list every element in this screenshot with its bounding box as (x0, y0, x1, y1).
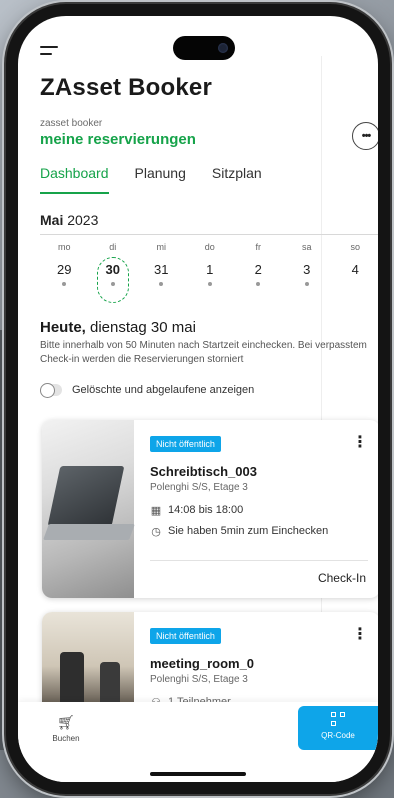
clock-icon: ◷ (151, 525, 161, 538)
day-number: 31 (154, 262, 169, 277)
tab-bar: Dashboard Planung Sitzplan (40, 159, 262, 194)
day-cell[interactable]: do 1 (186, 238, 235, 304)
today-date: dienstag 30 mai (85, 319, 196, 336)
reservation-dot (304, 282, 309, 286)
camera-icon (218, 43, 228, 53)
reservation-location: Polenghi S/S, Etage 3 (150, 674, 248, 685)
reservation-dot (256, 282, 261, 286)
more-icon[interactable]: ••• (352, 122, 378, 150)
day-cell[interactable]: so 4 (331, 238, 378, 304)
reservation-time-row: ▦ 14:08 bis 18:00 (150, 504, 244, 517)
tab-dashboard[interactable]: Dashboard (40, 159, 109, 194)
day-of-week: sa (301, 242, 312, 252)
checkin-hint: Sie haben 5min zum Einchecken (168, 525, 329, 537)
laptop-illustration (47, 466, 125, 526)
bottom-navigation: 🛒︎ Buchen QR-Code (18, 702, 378, 782)
today-ring (96, 257, 129, 303)
laptop-base-illustration (43, 524, 135, 540)
show-expired-toggle[interactable] (40, 383, 62, 398)
page-title: meine reservierungen (40, 131, 196, 148)
day-of-week: so (350, 242, 360, 252)
reservation-title: Schreibtisch_003 (150, 464, 257, 479)
day-of-week: mi (156, 242, 167, 252)
day-of-week: do (204, 242, 215, 252)
day-cell[interactable]: fr 2 (234, 238, 283, 304)
tab-sitzplan[interactable]: Sitzplan (212, 159, 262, 193)
day-cell-today[interactable]: di 30 (89, 238, 138, 304)
today-label: Heute, (40, 319, 86, 336)
phone-frame: ZAsset Booker zasset booker meine reserv… (6, 4, 390, 794)
hamburger-icon[interactable] (40, 44, 60, 60)
desk-photo (42, 420, 135, 598)
cart-icon: 🛒︎ (57, 714, 75, 730)
app-subtitle-small: zasset booker (40, 118, 103, 129)
card-menu-icon[interactable]: ⋮ (352, 432, 368, 452)
day-cell[interactable]: mi 31 (137, 238, 186, 304)
day-number: 2 (254, 262, 262, 277)
card-divider (150, 560, 368, 561)
day-cell[interactable]: sa 3 (283, 238, 332, 304)
reservation-title: meeting_room_0 (150, 656, 255, 671)
day-number: 4 (351, 262, 359, 277)
calendar-month-header[interactable]: Mai 2023 (40, 212, 378, 228)
day-of-week: fr (255, 242, 262, 252)
nav-buchen[interactable]: 🛒︎ Buchen (46, 714, 86, 743)
day-of-week: mo (57, 242, 71, 252)
reservation-card[interactable]: Nicht öffentlich ⋮ Schreibtisch_003 Pole… (42, 420, 378, 598)
reservation-dot (207, 282, 212, 286)
checkin-hint-row: ◷ Sie haben 5min zum Einchecken (150, 525, 329, 538)
home-indicator[interactable] (150, 772, 246, 776)
check-in-button[interactable]: Check-In (318, 571, 366, 585)
qr-code-icon (331, 712, 345, 726)
day-number: 29 (57, 262, 72, 277)
reservation-location: Polenghi S/S, Etage 3 (150, 482, 248, 493)
calendar-year: 2023 (67, 212, 99, 228)
app-title: ZAsset Booker (40, 74, 212, 101)
show-expired-label: Gelöschte und abgelaufene anzeigen (72, 384, 255, 396)
visibility-badge: Nicht öffentlich (150, 436, 221, 452)
show-expired-row: Gelöschte und abgelaufene anzeigen (40, 383, 255, 398)
week-strip: mo 29 di 30 mi 31 do 1 fr 2 sa 3 so 4 (40, 238, 378, 304)
reservation-time: 14:08 bis 18:00 (168, 504, 244, 516)
visibility-badge: Nicht öffentlich (150, 628, 221, 644)
app-screen: ZAsset Booker zasset booker meine reserv… (18, 16, 378, 782)
calendar-month: Mai (40, 212, 64, 228)
nav-qr-code[interactable]: QR-Code (298, 706, 378, 750)
today-heading: Heute, dienstag 30 mai (40, 319, 196, 336)
day-number: 3 (303, 262, 311, 277)
nav-buchen-label: Buchen (52, 734, 80, 743)
reservation-dot (62, 282, 67, 286)
reservation-dot (159, 282, 164, 286)
nav-qr-label: QR-Code (321, 731, 355, 740)
card-menu-icon[interactable]: ⋮ (352, 624, 368, 644)
day-of-week: di (109, 242, 117, 252)
calendar-divider (40, 234, 378, 235)
day-number: 1 (206, 262, 214, 277)
day-cell[interactable]: mo 29 (40, 238, 89, 304)
checkin-note: Bitte innerhalb von 50 Minuten nach Star… (40, 340, 367, 365)
tab-planung[interactable]: Planung (135, 159, 186, 193)
dynamic-island (173, 36, 235, 60)
calendar-clock-icon: ▦ (150, 504, 162, 517)
